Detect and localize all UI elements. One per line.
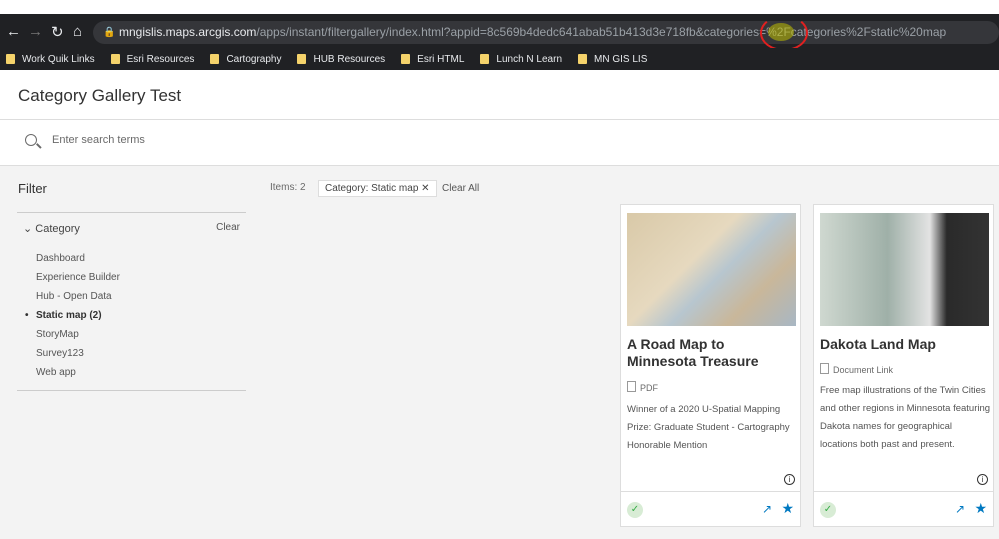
category-option[interactable]: Survey123 xyxy=(36,348,84,359)
folder-icon xyxy=(210,54,220,64)
circle-annotation xyxy=(760,15,808,51)
filter-heading: Filter xyxy=(18,181,47,196)
app-header: Category Gallery Test xyxy=(0,70,999,120)
bookmark-item[interactable]: HUB Resources xyxy=(297,48,385,70)
category-option[interactable]: Static map (2) xyxy=(25,310,102,321)
folder-icon xyxy=(297,54,307,64)
search-bar xyxy=(0,120,999,166)
card-description: Free map illustrations of the Twin Citie… xyxy=(820,385,991,450)
bookmark-item[interactable]: Esri Resources xyxy=(110,48,194,70)
category-toggle[interactable]: ⌄ Category xyxy=(23,222,80,235)
card-thumbnail[interactable] xyxy=(820,213,989,326)
bookmark-item[interactable]: MN GIS LIS xyxy=(578,48,647,70)
card-type: Document Link xyxy=(820,363,893,375)
bookmarks-bar: Work Quik Links Esri Resources Cartography… xyxy=(0,48,999,70)
card-title[interactable]: A Road Map to Minnesota Treasure xyxy=(627,336,797,370)
folder-icon xyxy=(578,54,588,64)
clear-category-button[interactable]: Clear xyxy=(216,222,240,233)
info-icon[interactable]: i xyxy=(977,474,988,485)
category-option[interactable]: Web app xyxy=(36,367,76,378)
folder-icon xyxy=(110,54,120,64)
search-input[interactable] xyxy=(52,134,652,146)
favorite-star-icon[interactable]: ★ xyxy=(974,500,987,517)
open-external-icon[interactable]: ↗ xyxy=(762,502,772,516)
forward-icon[interactable]: → xyxy=(28,23,43,40)
authoritative-check-icon: ✓ xyxy=(820,502,836,518)
page-title: Category Gallery Test xyxy=(18,86,182,105)
favorite-star-icon[interactable]: ★ xyxy=(781,500,794,517)
folder-icon xyxy=(480,54,490,64)
folder-icon xyxy=(401,54,411,64)
gallery-card[interactable]: Dakota Land Map Document Link Free map i… xyxy=(813,204,994,527)
card-type: PDF xyxy=(627,381,658,393)
category-option[interactable]: StoryMap xyxy=(36,329,79,340)
card-thumbnail[interactable] xyxy=(627,213,796,326)
home-icon[interactable]: ⌂ xyxy=(73,23,82,40)
authoritative-check-icon: ✓ xyxy=(627,502,643,518)
lock-icon: 🔒 xyxy=(103,27,116,38)
address-bar[interactable]: 🔒 mngislis.maps.arcgis.com/apps/instant/f… xyxy=(93,21,999,44)
category-option[interactable]: Hub - Open Data xyxy=(36,291,112,302)
close-icon[interactable]: ✕ xyxy=(421,183,429,194)
filter-chip[interactable]: Category: Static map ✕ xyxy=(318,180,437,197)
category-option[interactable]: Dashboard xyxy=(36,253,85,264)
open-external-icon[interactable]: ↗ xyxy=(955,502,965,516)
items-count: Items: 2 xyxy=(270,182,306,193)
bookmark-item[interactable]: Cartography xyxy=(210,48,281,70)
bookmark-item[interactable]: Lunch N Learn xyxy=(480,48,562,70)
browser-toolbar: ← → ↻ ⌂ 🔒 mngislis.maps.arcgis.com/apps/i… xyxy=(0,15,999,51)
card-description: Winner of a 2020 U-Spatial Mapping Prize… xyxy=(627,404,790,451)
bookmark-item[interactable]: Work Quik Links xyxy=(6,48,95,70)
card-title[interactable]: Dakota Land Map xyxy=(820,336,990,353)
folder-icon xyxy=(6,54,15,64)
category-option[interactable]: Experience Builder xyxy=(36,272,120,283)
clear-all-button[interactable]: Clear All xyxy=(442,183,479,194)
reload-icon[interactable]: ↻ xyxy=(51,23,64,41)
chevron-down-icon: ⌄ xyxy=(23,223,33,235)
browser-tab-strip xyxy=(0,0,999,17)
back-icon[interactable]: ← xyxy=(6,23,21,40)
search-icon xyxy=(25,134,37,146)
gallery-card[interactable]: A Road Map to Minnesota Treasure PDF Win… xyxy=(620,204,801,527)
category-filter: ⌄ Category Clear Dashboard Experience Bui… xyxy=(17,212,246,391)
info-icon[interactable]: i xyxy=(784,474,795,485)
bookmark-item[interactable]: Esri HTML xyxy=(401,48,464,70)
